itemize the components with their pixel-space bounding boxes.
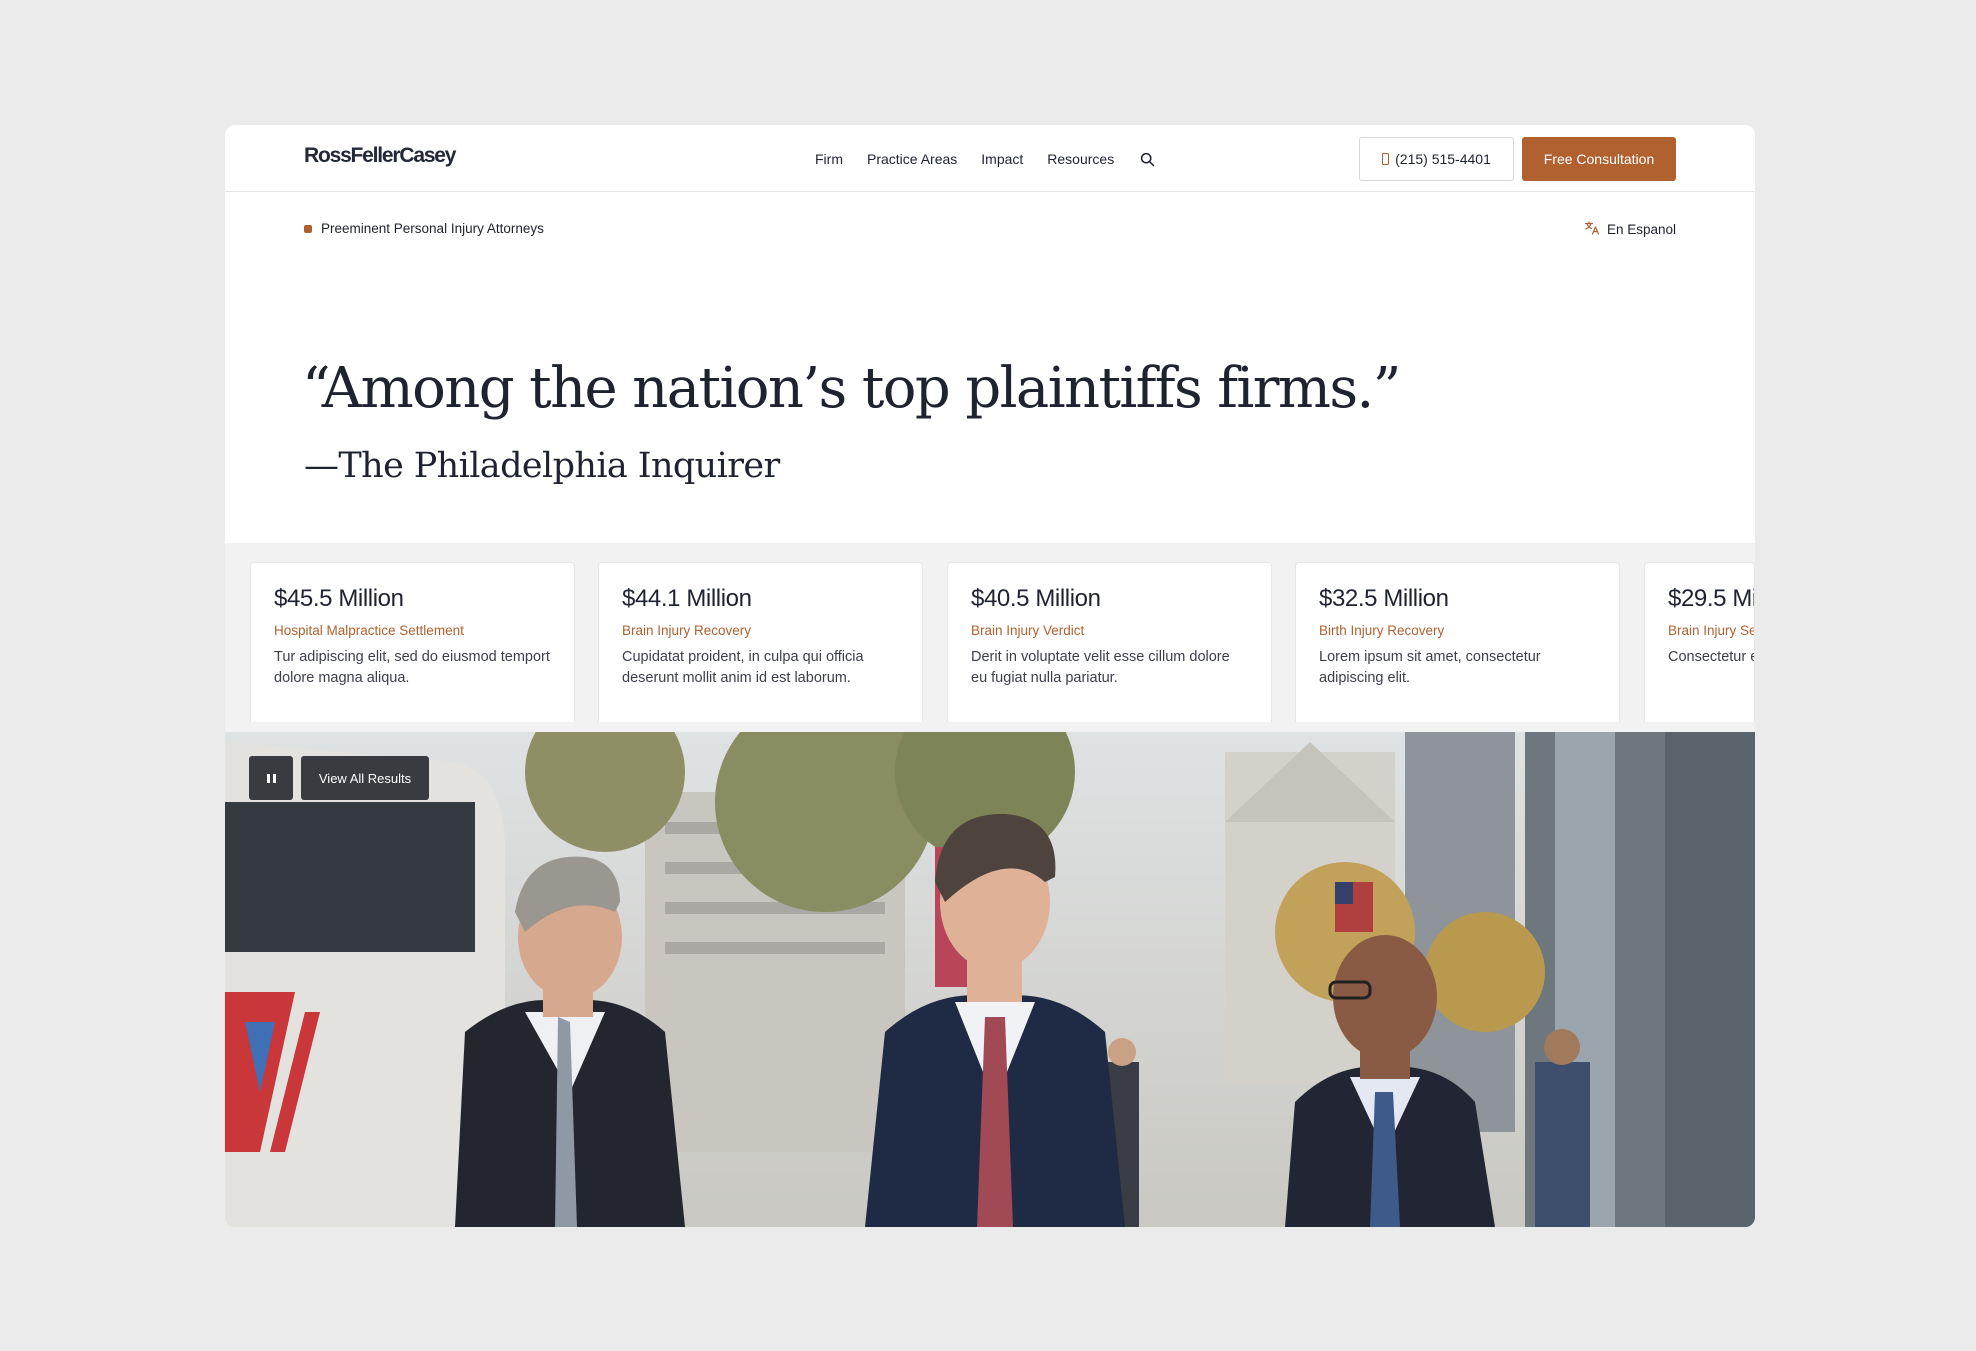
nav-practice-areas[interactable]: Practice Areas — [867, 151, 957, 167]
phone-number: (215) 515-4401 — [1395, 151, 1491, 167]
result-description: Derit in voluptate velit esse cillum dol… — [971, 649, 1230, 687]
hero-attribution: —The Philadelphia Inquirer — [304, 446, 780, 486]
phone-icon — [1382, 153, 1390, 165]
result-type: Brain Injury Verdict — [971, 623, 1085, 638]
language-switch[interactable]: En Espanol — [1584, 220, 1676, 239]
result-description: Lorem ipsum sit amet, consectetur adipis… — [1319, 649, 1541, 687]
translate-icon — [1584, 220, 1600, 239]
search-icon[interactable] — [1140, 152, 1155, 167]
street-photo — [225, 732, 1755, 1227]
tagline: Preeminent Personal Injury Attorneys — [304, 221, 544, 236]
result-amount: $40.5 Million — [971, 585, 1101, 612]
result-card[interactable]: $45.5 Million Hospital Malpractice Settl… — [250, 562, 575, 722]
page-frame: RossFellerCasey Firm Practice Areas Impa… — [225, 125, 1755, 1227]
result-type: Brain Injury Se — [1668, 623, 1755, 638]
nav-resources[interactable]: Resources — [1047, 151, 1114, 167]
result-card[interactable]: $32.5 Million Birth Injury Recovery Lore… — [1295, 562, 1620, 722]
site-logo[interactable]: RossFellerCasey — [304, 144, 456, 168]
result-amount: $32.5 Million — [1319, 585, 1449, 612]
nav-impact[interactable]: Impact — [981, 151, 1023, 167]
hero-quote: “Among the nation’s top plaintiffs firms… — [302, 356, 1401, 421]
pause-button[interactable] — [249, 756, 293, 800]
view-all-results-button[interactable]: View All Results — [301, 756, 429, 800]
result-card[interactable]: $44.1 Million Brain Injury Recovery Cupi… — [598, 562, 923, 722]
result-description: Cupidatat proident, in culpa qui officia… — [622, 649, 864, 687]
result-description: Consectetur eiusmod tem — [1668, 649, 1754, 665]
results-carousel: $45.5 Million Hospital Malpractice Settl… — [225, 543, 1755, 733]
language-label: En Espanol — [1606, 222, 1676, 237]
result-amount: $44.1 Million — [622, 585, 752, 612]
result-description: Tur adipiscing elit, sed do eiusmod temp… — [274, 649, 550, 687]
free-consultation-button[interactable]: Free Consultation — [1522, 137, 1676, 181]
result-amount: $29.5 Mi — [1668, 585, 1755, 612]
result-card[interactable]: $29.5 Mi Brain Injury Se Consectetur eiu… — [1644, 562, 1755, 722]
nav-firm[interactable]: Firm — [815, 151, 843, 167]
hero-video: View All Results — [225, 732, 1755, 1227]
tagline-text: Preeminent Personal Injury Attorneys — [321, 221, 544, 236]
result-amount: $45.5 Million — [274, 585, 404, 612]
main-nav: Firm Practice Areas Impact Resources — [815, 151, 1155, 167]
result-type: Birth Injury Recovery — [1319, 623, 1445, 638]
result-type: Brain Injury Recovery — [622, 623, 752, 638]
result-type: Hospital Malpractice Settlement — [274, 623, 464, 638]
tagline-dot — [304, 224, 312, 233]
phone-button[interactable]: (215) 515-4401 — [1359, 137, 1514, 181]
pause-icon — [266, 773, 276, 783]
result-card[interactable]: $40.5 Million Brain Injury Verdict Derit… — [947, 562, 1272, 722]
site-header: RossFellerCasey Firm Practice Areas Impa… — [225, 125, 1755, 192]
